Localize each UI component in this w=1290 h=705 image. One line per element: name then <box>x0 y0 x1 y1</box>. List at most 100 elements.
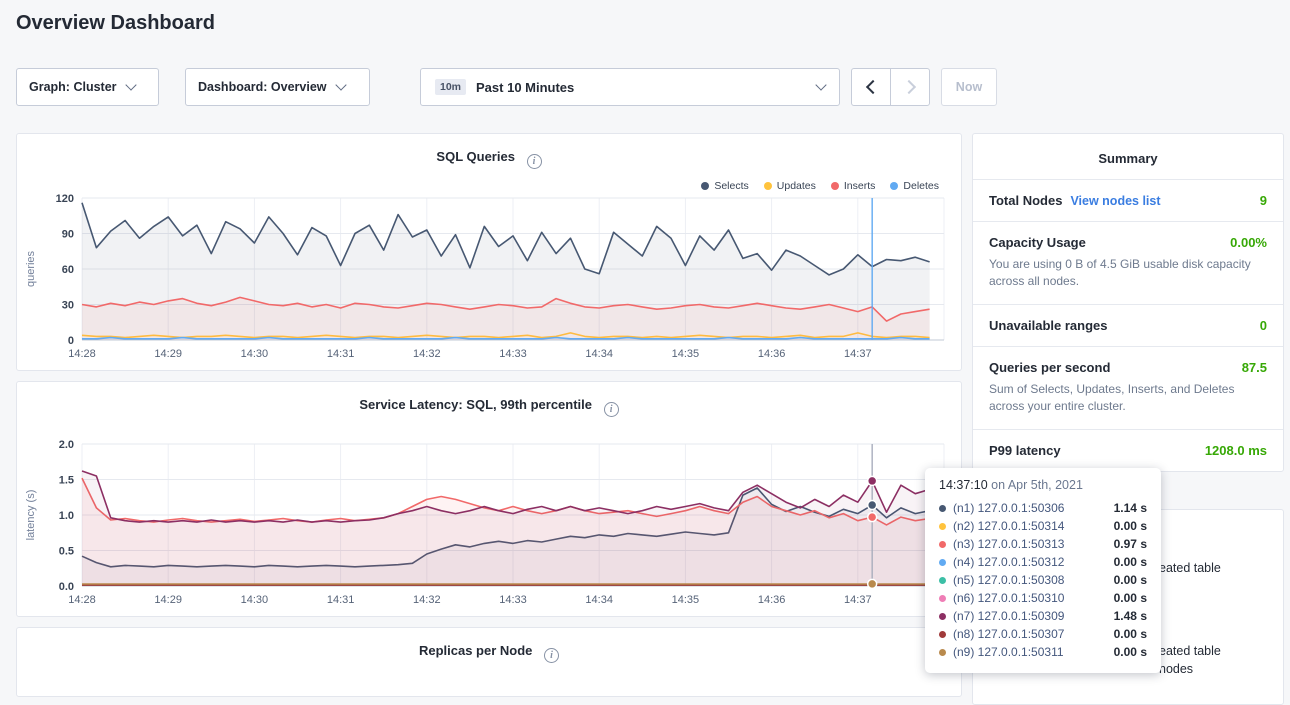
event-text-fragment: eated table <box>1159 561 1221 575</box>
svg-text:14:29: 14:29 <box>154 348 182 360</box>
chart-svg: 14:2814:2914:3014:3114:3214:3314:3414:35… <box>18 192 960 366</box>
summary-row-label: Queries per second <box>989 360 1110 375</box>
summary-row-value: 0.00% <box>1230 235 1267 250</box>
legend-label: Selects <box>714 180 748 192</box>
tooltip-node-row: (n8) 127.0.0.1:503070.00 s <box>939 625 1147 643</box>
tooltip-node-value: 0.00 s <box>1114 591 1147 605</box>
summary-row-label: P99 latency <box>989 443 1061 458</box>
summary-rows: Total NodesView nodes list9Capacity Usag… <box>973 179 1283 471</box>
overview-dashboard-page: Overview Dashboard Graph: Cluster Dashbo… <box>0 0 1290 689</box>
summary-row: P99 latency1208.0 ms <box>973 429 1283 471</box>
node-color-dot-icon <box>939 595 946 602</box>
graph-dropdown[interactable]: Graph: Cluster <box>16 68 159 106</box>
node-color-dot-icon <box>939 577 946 584</box>
replicas-per-node-panel: Replicas per Node i <box>16 627 962 697</box>
tooltip-node-row: (n5) 127.0.0.1:503080.00 s <box>939 571 1147 589</box>
svg-text:14:35: 14:35 <box>672 348 700 360</box>
summary-row-value: 0 <box>1260 318 1267 333</box>
svg-text:14:30: 14:30 <box>241 594 269 606</box>
legend-label: Deletes <box>903 180 939 192</box>
summary-row-value: 9 <box>1260 193 1267 208</box>
tooltip-node-row: (n7) 127.0.0.1:503091.48 s <box>939 607 1147 625</box>
svg-text:14:30: 14:30 <box>241 348 269 360</box>
legend-item[interactable]: Inserts <box>831 180 876 192</box>
tooltip-node-label: (n9) 127.0.0.1:50311 <box>953 645 1064 659</box>
event-text-fragment: nodes <box>1159 662 1193 676</box>
page-title: Overview Dashboard <box>16 12 215 35</box>
svg-text:14:29: 14:29 <box>154 594 182 606</box>
summary-row-subtext: You are using 0 B of 4.5 GiB usable disk… <box>989 256 1267 291</box>
svg-text:14:28: 14:28 <box>68 348 96 360</box>
chart-svg: 14:2814:2914:3014:3114:3214:3314:3414:35… <box>18 438 960 612</box>
info-icon[interactable]: i <box>544 648 559 663</box>
service-latency-chart[interactable]: 14:2814:2914:3014:3114:3214:3314:3414:35… <box>18 438 960 612</box>
chart-legend: Selects Updates Inserts Deletes <box>701 180 939 192</box>
legend-dot-icon <box>764 182 772 190</box>
legend-dot-icon <box>701 182 709 190</box>
legend-item[interactable]: Deletes <box>890 180 939 192</box>
svg-text:60: 60 <box>62 264 74 276</box>
svg-text:14:31: 14:31 <box>327 348 355 360</box>
svg-text:14:31: 14:31 <box>327 594 355 606</box>
info-icon[interactable]: i <box>604 402 619 417</box>
summary-row: Unavailable ranges 0 <box>973 304 1283 346</box>
sql-queries-chart[interactable]: 14:2814:2914:3014:3114:3214:3314:3414:35… <box>18 192 960 366</box>
tooltip-node-row: (n2) 127.0.0.1:503140.00 s <box>939 517 1147 535</box>
summary-row: Total NodesView nodes list9 <box>973 179 1283 221</box>
tooltip-node-label: (n5) 127.0.0.1:50308 <box>953 573 1064 587</box>
tooltip-node-row: (n1) 127.0.0.1:503061.14 s <box>939 499 1147 517</box>
info-icon[interactable]: i <box>527 154 542 169</box>
svg-text:14:33: 14:33 <box>499 348 527 360</box>
service-latency-panel: Service Latency: SQL, 99th percentile i … <box>16 381 962 617</box>
tooltip-node-label: (n3) 127.0.0.1:50313 <box>953 537 1064 551</box>
summary-panel: Summary Total NodesView nodes list9Capac… <box>972 133 1284 472</box>
summary-row-label: Capacity Usage <box>989 235 1086 250</box>
legend-item[interactable]: Updates <box>764 180 816 192</box>
tooltip-node-label: (n6) 127.0.0.1:50310 <box>953 591 1064 605</box>
summary-row-subtext: Sum of Selects, Updates, Inserts, and De… <box>989 381 1267 416</box>
svg-text:2.0: 2.0 <box>59 439 74 451</box>
node-color-dot-icon <box>939 505 946 512</box>
svg-text:14:36: 14:36 <box>758 594 786 606</box>
chevron-down-icon <box>125 79 136 90</box>
dashboard-dropdown[interactable]: Dashboard: Overview <box>185 68 370 106</box>
legend-label: Inserts <box>844 180 876 192</box>
summary-row-label: Unavailable ranges <box>989 318 1108 333</box>
legend-dot-icon <box>831 182 839 190</box>
time-next-button[interactable] <box>890 68 930 106</box>
tooltip-node-value: 0.00 s <box>1114 627 1147 641</box>
svg-text:14:28: 14:28 <box>68 594 96 606</box>
time-prev-button[interactable] <box>851 68 891 106</box>
tooltip-node-value: 1.14 s <box>1114 501 1147 515</box>
chart-title: Service Latency: SQL, 99th percentile <box>359 397 592 412</box>
node-color-dot-icon <box>939 541 946 548</box>
summary-title: Summary <box>973 134 1283 179</box>
svg-text:0: 0 <box>68 335 74 347</box>
chart-title: SQL Queries <box>436 149 515 164</box>
tooltip-node-value: 0.00 s <box>1114 645 1147 659</box>
svg-text:14:37: 14:37 <box>844 348 872 360</box>
time-range-dropdown[interactable]: 10m Past 10 Minutes <box>420 68 840 106</box>
chevron-down-icon <box>335 79 346 90</box>
summary-row: Queries per second87.5Sum of Selects, Up… <box>973 346 1283 429</box>
tooltip-rows: (n1) 127.0.0.1:503061.14 s(n2) 127.0.0.1… <box>939 499 1147 661</box>
svg-text:0.0: 0.0 <box>59 581 74 593</box>
dashboard-dropdown-label: Dashboard: Overview <box>198 80 327 94</box>
chart-hover-tooltip: 14:37:10 on Apr 5th, 2021 (n1) 127.0.0.1… <box>925 468 1161 673</box>
svg-text:1.5: 1.5 <box>59 475 74 487</box>
svg-text:14:32: 14:32 <box>413 348 441 360</box>
node-color-dot-icon <box>939 559 946 566</box>
now-button[interactable]: Now <box>941 68 997 106</box>
svg-text:120: 120 <box>56 193 74 205</box>
time-range-label: Past 10 Minutes <box>476 80 574 95</box>
node-color-dot-icon <box>939 631 946 638</box>
time-range-badge: 10m <box>435 79 466 95</box>
view-nodes-link[interactable]: View nodes list <box>1070 194 1160 208</box>
graph-dropdown-label: Graph: Cluster <box>29 80 117 94</box>
svg-text:14:32: 14:32 <box>413 594 441 606</box>
tooltip-node-row: (n6) 127.0.0.1:50310 0.00 s <box>939 589 1147 607</box>
legend-item[interactable]: Selects <box>701 180 748 192</box>
chevron-right-icon <box>901 80 915 94</box>
node-color-dot-icon <box>939 523 946 530</box>
svg-text:14:34: 14:34 <box>585 594 613 606</box>
